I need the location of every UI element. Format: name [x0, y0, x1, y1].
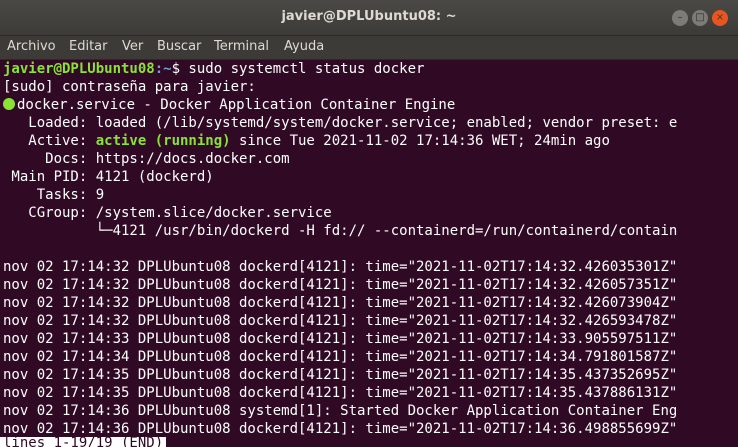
close-icon: × — [715, 12, 725, 23]
log-line: nov 02 17:14:33 DPLUbuntu08 dockerd[4121… — [3, 331, 678, 347]
menu-ver[interactable]: Ver — [122, 39, 143, 54]
log-line: nov 02 17:14:32 DPLUbuntu08 dockerd[4121… — [3, 277, 678, 293]
log-line: nov 02 17:14:35 DPLUbuntu08 dockerd[4121… — [3, 367, 678, 383]
minimize-button[interactable]: – — [672, 10, 688, 26]
maximize-icon: □ — [695, 12, 705, 23]
pager-status-text: lines 1-19/19 (END) — [3, 437, 164, 447]
active-status: active (running) — [95, 133, 231, 149]
log-line: nov 02 17:14:36 DPLUbuntu08 dockerd[4121… — [3, 421, 678, 437]
service-line: docker.service - Docker Application Cont… — [3, 96, 455, 114]
log-line: nov 02 17:14:36 DPLUbuntu08 systemd[1]: … — [3, 403, 678, 419]
active-line: Active: active (running) since Tue 2021-… — [3, 132, 610, 150]
sudo-prompt-line: [sudo] contraseña para javier: — [3, 79, 256, 95]
cgroup-line: CGroup: /system.slice/docker.service — [3, 205, 332, 221]
prompt-path: :~ — [154, 61, 172, 77]
close-button[interactable]: × — [712, 10, 728, 26]
service-title: docker.service - Docker Application Cont… — [17, 97, 456, 113]
menu-buscar[interactable]: Buscar — [157, 39, 201, 54]
active-since: since Tue 2021-11-02 17:14:36 WET; 24min… — [230, 133, 610, 149]
status-dot-icon — [3, 98, 15, 110]
cgroup-child-line: └─4121 /usr/bin/dockerd -H fd:// --conta… — [3, 223, 678, 239]
active-label: Active: — [3, 133, 96, 149]
minimize-icon: – — [677, 12, 683, 23]
log-line: nov 02 17:14:34 DPLUbuntu08 dockerd[4121… — [3, 349, 678, 365]
log-line: nov 02 17:14:35 DPLUbuntu08 dockerd[4121… — [3, 385, 678, 401]
terminal-output[interactable]: javier@DPLUbuntu08:~$ sudo systemctl sta… — [0, 60, 738, 447]
main-pid-line: Main PID: 4121 (dockerd) — [3, 169, 214, 185]
log-line: nov 02 17:14:32 DPLUbuntu08 dockerd[4121… — [3, 295, 678, 311]
menu-editar[interactable]: Editar — [69, 39, 108, 54]
prompt-command: $ sudo systemctl status docker — [171, 61, 425, 77]
command-line: javier@DPLUbuntu08:~$ sudo systemctl sta… — [3, 60, 424, 78]
menubar: Archivo Editar Ver Buscar Terminal Ayuda — [0, 36, 738, 60]
maximize-button[interactable]: □ — [692, 10, 708, 26]
loaded-line: Loaded: loaded (/lib/systemd/system/dock… — [3, 115, 678, 131]
menu-terminal[interactable]: Terminal — [214, 39, 269, 54]
prompt-user: javier@DPLUbuntu08 — [3, 61, 155, 77]
tasks-line: Tasks: 9 — [3, 187, 105, 203]
menu-ayuda[interactable]: Ayuda — [284, 39, 324, 54]
log-line: nov 02 17:14:32 DPLUbuntu08 dockerd[4121… — [3, 259, 678, 275]
window-titlebar[interactable]: javier@DPLUbuntu08: ~ – □ × — [0, 0, 738, 36]
menu-archivo[interactable]: Archivo — [7, 39, 56, 54]
log-line: nov 02 17:14:32 DPLUbuntu08 dockerd[4121… — [3, 313, 678, 329]
window-title: javier@DPLUbuntu08: ~ — [281, 9, 457, 24]
pager-status: lines 1-19/19 (END) — [0, 437, 167, 447]
docs-line: Docs: https://docs.docker.com — [3, 151, 290, 167]
